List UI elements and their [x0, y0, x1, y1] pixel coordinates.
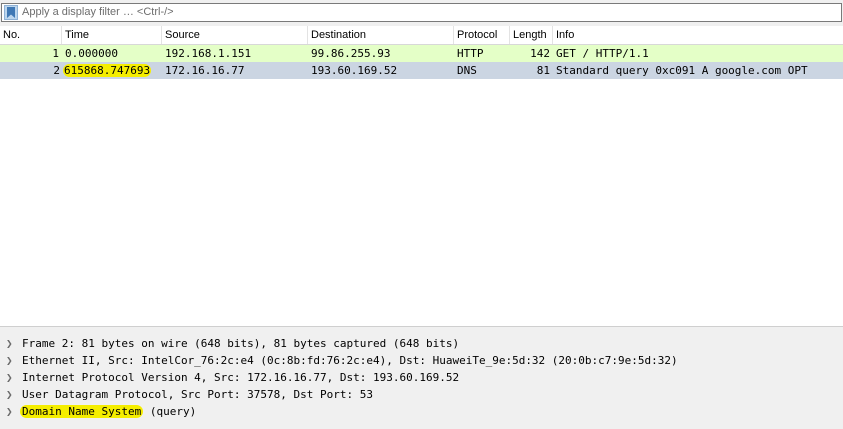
packet-row-selected[interactable]: 2 615868.747693 172.16.16.77 193.60.169.…: [0, 62, 843, 79]
detail-text: User Datagram Protocol, Src Port: 37578,…: [22, 388, 373, 401]
highlighted-protocol-name: Domain Name System: [20, 405, 144, 418]
chevron-right-icon[interactable]: ❯: [6, 369, 16, 386]
display-filter-input[interactable]: Apply a display filter … <Ctrl-/>: [1, 3, 842, 22]
packet-list-header: No. Time Source Destination Protocol Len…: [0, 26, 843, 45]
column-header-protocol[interactable]: Protocol: [454, 26, 510, 44]
bookmark-icon[interactable]: [4, 5, 18, 20]
column-header-time[interactable]: Time: [62, 26, 162, 44]
packet-time: 615868.747693: [60, 62, 160, 79]
packet-destination: 99.86.255.93: [311, 47, 391, 60]
column-header-source[interactable]: Source: [162, 26, 308, 44]
packet-info: GET / HTTP/1.1: [556, 47, 649, 60]
packet-protocol: DNS: [457, 64, 477, 77]
packet-info: Standard query 0xc091 A google.com OPT: [556, 64, 808, 77]
packet-list: No. Time Source Destination Protocol Len…: [0, 26, 843, 326]
packet-no: 1: [52, 47, 59, 60]
column-header-no[interactable]: No.: [0, 26, 62, 44]
packet-source: 172.16.16.77: [165, 64, 245, 77]
detail-row-ipv4[interactable]: ❯ Internet Protocol Version 4, Src: 172.…: [0, 369, 843, 386]
detail-text: Internet Protocol Version 4, Src: 172.16…: [22, 371, 460, 384]
column-header-destination[interactable]: Destination: [308, 26, 454, 44]
packet-row[interactable]: 1 0.000000 192.168.1.151 99.86.255.93 HT…: [0, 45, 843, 62]
packet-no: 2: [53, 64, 60, 77]
detail-row-ethernet[interactable]: ❯ Ethernet II, Src: IntelCor_76:2c:e4 (0…: [0, 352, 843, 369]
chevron-right-icon[interactable]: ❯: [6, 352, 16, 369]
packet-protocol: HTTP: [457, 47, 484, 60]
detail-row-dns[interactable]: ❯ Domain Name System (query): [0, 403, 843, 420]
highlighted-time: 615868.747693: [63, 64, 152, 77]
detail-text: Ethernet II, Src: IntelCor_76:2c:e4 (0c:…: [22, 354, 678, 367]
detail-text: Domain Name System (query): [20, 403, 197, 420]
packet-source: 192.168.1.151: [165, 47, 252, 60]
detail-row-udp[interactable]: ❯ User Datagram Protocol, Src Port: 3757…: [0, 386, 843, 403]
packet-length: 142: [530, 47, 550, 60]
detail-row-frame[interactable]: ❯ Frame 2: 81 bytes on wire (648 bits), …: [0, 335, 843, 352]
detail-text-suffix: (query): [143, 405, 197, 418]
detail-text: Frame 2: 81 bytes on wire (648 bits), 81…: [22, 337, 460, 350]
packet-length: 81: [536, 64, 550, 77]
packet-destination: 193.60.169.52: [311, 64, 398, 77]
column-header-length[interactable]: Length: [510, 26, 553, 44]
packet-time: 0.000000: [65, 47, 118, 60]
column-header-info[interactable]: Info: [553, 26, 843, 44]
display-filter-placeholder: Apply a display filter … <Ctrl-/>: [22, 6, 174, 18]
packet-details-pane: ❯ Frame 2: 81 bytes on wire (648 bits), …: [0, 326, 843, 429]
display-filter-toolbar: Apply a display filter … <Ctrl-/>: [0, 0, 843, 26]
chevron-right-icon[interactable]: ❯: [6, 335, 16, 352]
chevron-right-icon[interactable]: ❯: [6, 386, 16, 403]
chevron-right-icon[interactable]: ❯: [6, 403, 16, 420]
